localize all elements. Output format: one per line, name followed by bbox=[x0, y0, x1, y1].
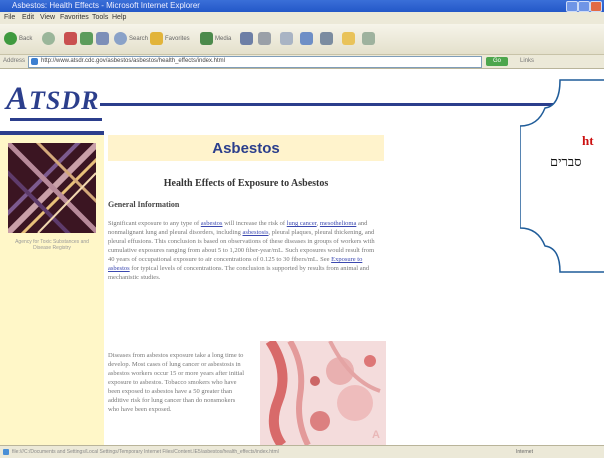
body-paragraph-1: Significant exposure to any type of asbe… bbox=[108, 219, 380, 282]
forward-icon[interactable] bbox=[42, 32, 55, 45]
link-mesothelioma[interactable]: mesothelioma bbox=[320, 220, 356, 227]
annotation-text-1: ht bbox=[582, 133, 594, 148]
status-icon bbox=[3, 449, 9, 455]
body-paragraph-2: Diseases from asbestos exposure take a l… bbox=[108, 352, 245, 413]
menu-edit[interactable]: Edit bbox=[22, 14, 34, 21]
minimize-button[interactable] bbox=[566, 1, 578, 12]
folder-icon[interactable] bbox=[342, 32, 355, 45]
sidebar: Agency for Toxic Substances and Disease … bbox=[0, 135, 104, 445]
logo-initial: A bbox=[6, 81, 30, 117]
edit-icon[interactable] bbox=[300, 32, 313, 45]
title-band: Asbestos bbox=[108, 135, 384, 161]
page-viewport: ATSDR Agency for Toxic Substances and Di… bbox=[0, 69, 604, 445]
back-icon[interactable] bbox=[4, 32, 17, 45]
media-icon[interactable] bbox=[200, 32, 213, 45]
favorites-icon[interactable] bbox=[150, 32, 163, 45]
url-input[interactable]: http://www.atsdr.cdc.gov/asbestos/asbest… bbox=[28, 56, 482, 68]
go-button[interactable]: Go bbox=[486, 57, 508, 66]
window-title: Asbestos: Health Effects - Microsoft Int… bbox=[12, 1, 200, 10]
window-titlebar: Asbestos: Health Effects - Microsoft Int… bbox=[0, 0, 604, 12]
annotation-text-2: סברים bbox=[550, 154, 582, 169]
menu-favorites[interactable]: Favorites bbox=[60, 14, 89, 21]
discuss-icon[interactable] bbox=[320, 32, 333, 45]
menu-bar: File Edit View Favorites Tools Help bbox=[0, 12, 604, 24]
home-icon[interactable] bbox=[96, 32, 109, 45]
menu-tools[interactable]: Tools bbox=[92, 14, 108, 21]
address-bar: Address http://www.atsdr.cdc.gov/asbesto… bbox=[0, 55, 604, 69]
back-label: Back bbox=[19, 36, 33, 42]
media-label: Media bbox=[215, 36, 232, 42]
link-asbestosis[interactable]: asbestosis bbox=[243, 229, 269, 236]
logo-rest: TSDR bbox=[29, 86, 100, 115]
maximize-button[interactable] bbox=[578, 1, 590, 12]
browser-toolbar: Back Search Favorites Media bbox=[0, 24, 604, 55]
page-title: Asbestos bbox=[212, 140, 280, 157]
close-button[interactable] bbox=[590, 1, 602, 12]
page-icon bbox=[31, 58, 38, 65]
para1-text-f: for typical levels of concentrations. Th… bbox=[108, 265, 370, 281]
search-icon[interactable] bbox=[114, 32, 127, 45]
favorites-label: Favorites bbox=[165, 36, 190, 42]
micrograph-image: A bbox=[260, 341, 386, 445]
messenger-icon[interactable] bbox=[362, 32, 375, 45]
zone-label: Internet bbox=[516, 449, 533, 455]
stop-icon[interactable] bbox=[64, 32, 77, 45]
mail-icon[interactable] bbox=[258, 32, 271, 45]
section-heading: General Information bbox=[108, 200, 180, 209]
link-asbestos[interactable]: asbestos bbox=[201, 220, 223, 227]
status-text: file:///C:/Documents and Settings/Local … bbox=[12, 449, 279, 455]
sidebar-caption: Agency for Toxic Substances and Disease … bbox=[15, 239, 89, 251]
page-subtitle: Health Effects of Exposure to Asbestos bbox=[163, 178, 329, 189]
refresh-icon[interactable] bbox=[80, 32, 93, 45]
atsdr-logo[interactable]: ATSDR bbox=[6, 81, 99, 118]
search-label: Search bbox=[129, 36, 149, 42]
fiber-image bbox=[8, 143, 96, 233]
content-column: Asbestos Health Effects of Exposure to A… bbox=[108, 135, 540, 445]
menu-view[interactable]: View bbox=[40, 14, 55, 21]
annotation-callout bbox=[520, 79, 604, 273]
menu-file[interactable]: File bbox=[4, 14, 15, 21]
logo-underline bbox=[10, 118, 102, 121]
para1-text-a: Significant exposure to any type of bbox=[108, 220, 201, 227]
url-text: http://www.atsdr.cdc.gov/asbestos/asbest… bbox=[41, 58, 225, 64]
history-icon[interactable] bbox=[240, 32, 253, 45]
para1-text-b: will increase the risk of bbox=[222, 220, 287, 227]
address-label: Address bbox=[3, 58, 26, 64]
links-label[interactable]: Links bbox=[520, 58, 534, 64]
link-lung-cancer[interactable]: lung cancer bbox=[287, 220, 317, 227]
status-bar: file:///C:/Documents and Settings/Local … bbox=[0, 445, 604, 458]
micrograph-label: A bbox=[372, 429, 380, 441]
print-icon[interactable] bbox=[280, 32, 293, 45]
menu-help[interactable]: Help bbox=[112, 14, 126, 21]
